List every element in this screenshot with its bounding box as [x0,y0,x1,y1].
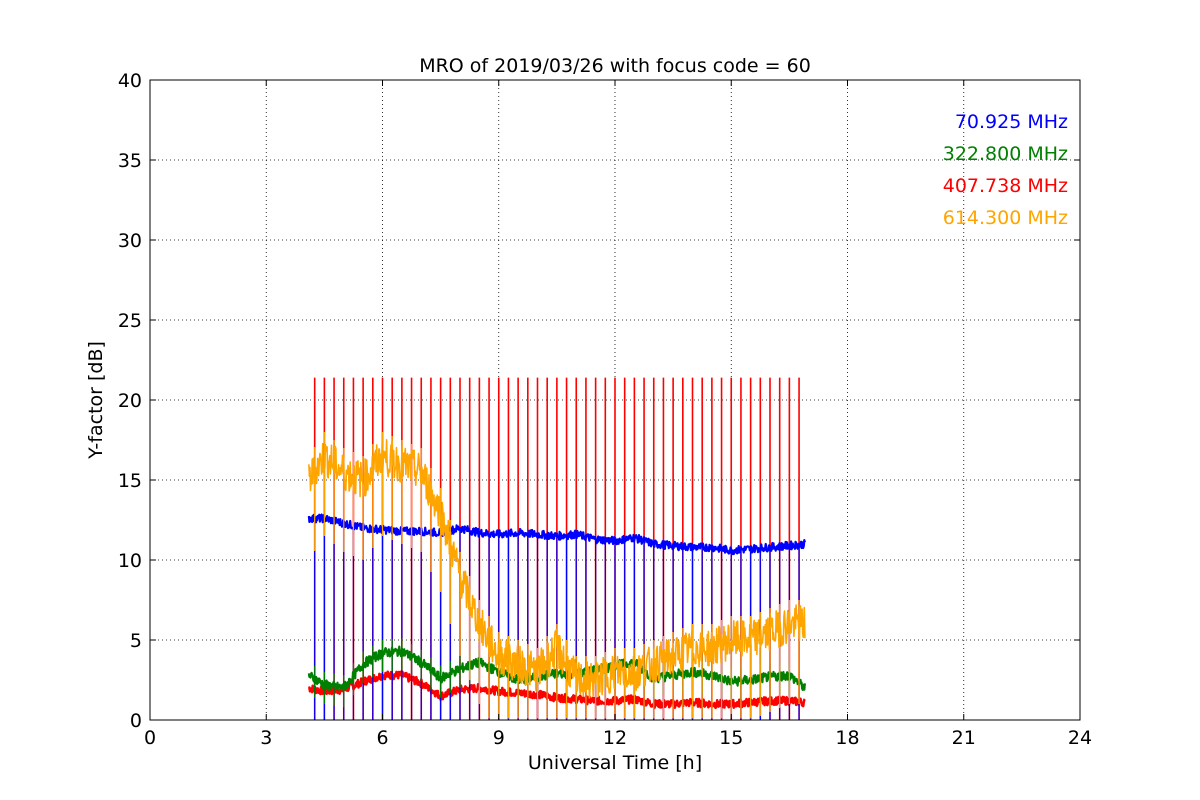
y-axis-label: Y-factor [dB] [85,341,107,460]
chart-title: MRO of 2019/03/26 with focus code = 60 [419,55,811,77]
x-tick-label: 6 [376,727,388,749]
y-tick-label: 25 [118,310,142,332]
x-tick-label: 3 [260,727,272,749]
legend-entry: 614.300 MHz [943,207,1068,229]
y-tick-label: 5 [130,630,142,652]
y-tick-label: 0 [130,710,142,732]
series-layer [307,377,806,720]
x-axis-label: Universal Time [h] [528,752,702,774]
x-tick-label: 21 [952,727,976,749]
x-tick-label: 15 [719,727,743,749]
y-tick-label: 15 [118,470,142,492]
legend-entry: 407.738 MHz [943,175,1068,197]
y-tick-label: 40 [118,70,142,92]
x-tick-label: 0 [144,727,156,749]
x-tick-label: 18 [835,727,859,749]
legend-entry: 322.800 MHz [943,143,1068,165]
y-tick-label: 20 [118,390,142,412]
y-tick-label: 30 [118,230,142,252]
yfactor-chart: 0 3 6 9 12 15 18 21 24 0 5 10 15 20 25 30 35 40 MRO of 20… [0,0,1200,800]
x-tick-label: 24 [1068,727,1092,749]
x-tick-label: 9 [493,727,505,749]
x-tick-label: 12 [603,727,627,749]
y-tick-label: 35 [118,150,142,172]
y-tick-label: 10 [118,550,142,572]
chart-root: 0 3 6 9 12 15 18 21 24 0 5 10 15 20 25 30 35 40 MRO of 20… [0,0,1200,800]
legend-entry: 70.925 MHz [955,111,1068,133]
